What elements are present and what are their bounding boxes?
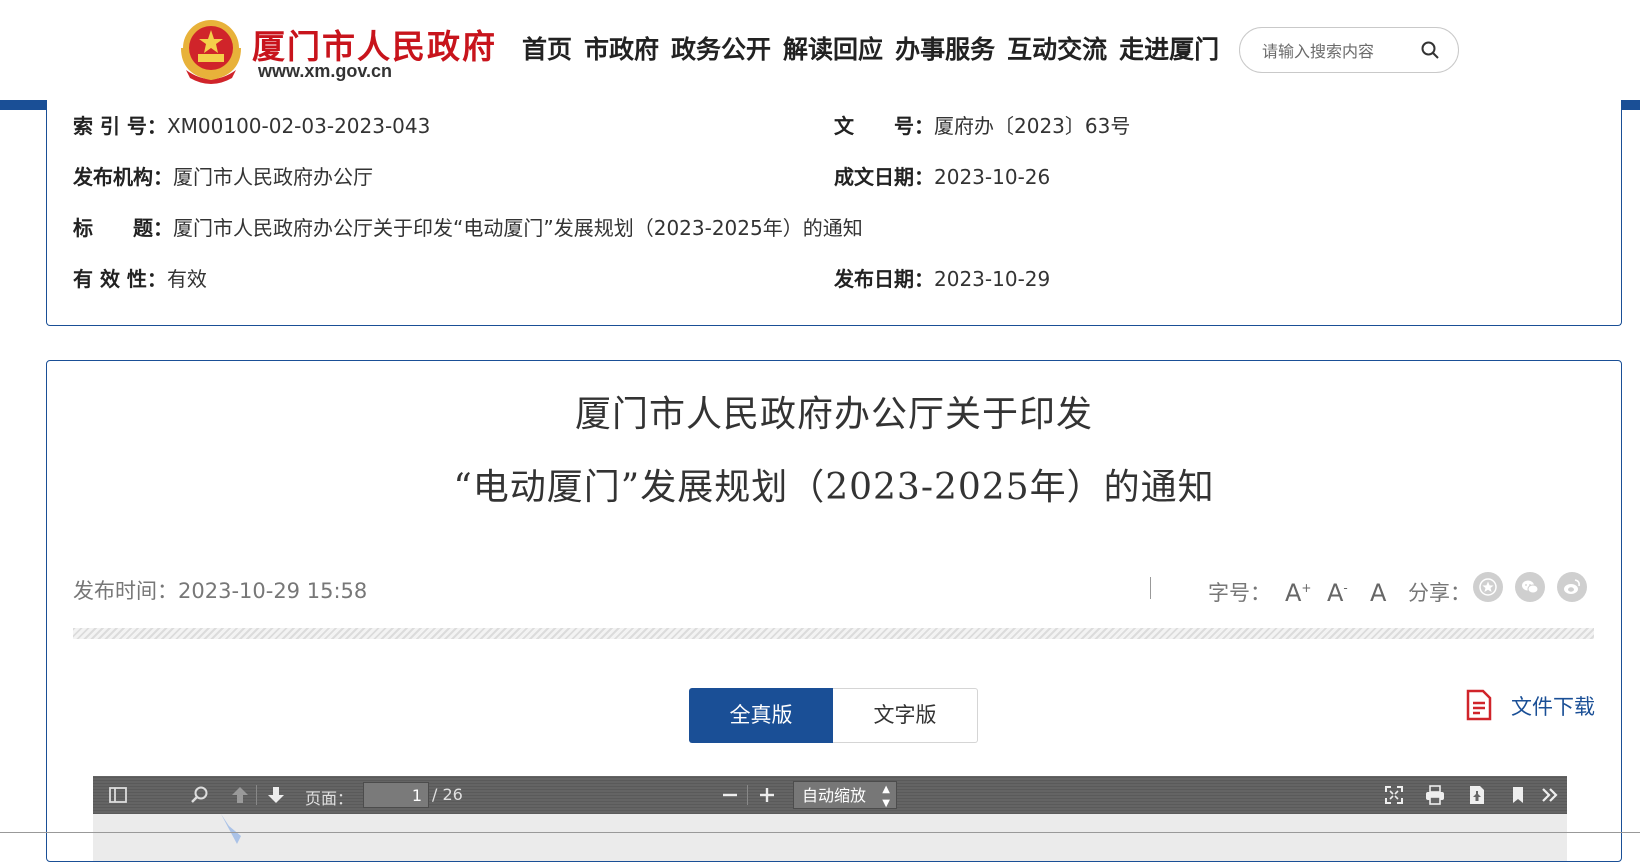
font-size-label: 字号： [1208,581,1271,605]
nav-item-city-government[interactable]: 市政府 [584,30,659,66]
toolbar-separator [747,785,748,805]
main-nav: 首页 市政府 政务公开 解读回应 办事服务 互动交流 走进厦门 [522,30,1231,66]
more-tools-icon[interactable] [1539,784,1561,806]
info-value: 有效 [166,267,207,291]
font-reset-button[interactable]: A [1370,579,1386,607]
share-weibo-icon[interactable] [1557,572,1587,602]
share-label: 分享： [1408,581,1471,605]
article-title-line2: “电动厦门”发展规划（2023-2025年）的通知 [453,467,1215,508]
minus-icon: - [1343,581,1348,595]
file-download-label: 文件下载 [1511,695,1595,719]
page-total: / 26 [432,785,463,804]
plus-icon: + [1301,581,1312,595]
select-arrows-icon: ▲ ▼ [882,784,890,809]
font-decrease-button[interactable]: A- [1327,579,1348,607]
next-page-icon[interactable] [265,784,287,806]
fullscreen-icon[interactable] [1383,784,1405,806]
info-publisher: 发布机构：厦门市人民政府办公厅 [73,161,373,190]
document-download-icon [1466,689,1492,721]
info-label: 标 题： [73,216,173,240]
info-label: 发布机构： [73,165,173,189]
info-document-number: 文 号：厦府办〔2023〕63号 [834,110,1130,139]
info-value: 2023-10-29 [934,267,1051,291]
document-info-box: 索 引 号：XM00100-02-03-2023-043 文 号：厦府办〔202… [46,100,1622,326]
info-title: 标 题：厦门市人民政府办公厅关于印发“电动厦门”发展规划（2023-2025年）… [73,212,863,241]
info-value: 厦门市人民政府办公厅 [173,165,373,189]
share-wechat-icon[interactable] [1515,572,1545,602]
publish-time-value: 2023-10-29 15:58 [178,579,368,603]
cursor-pointer-icon [221,814,241,844]
download-icon[interactable] [1466,784,1488,806]
nav-item-home[interactable]: 首页 [522,30,572,66]
font-decrease-label: A [1327,579,1344,607]
info-label: 发布日期： [834,267,934,291]
nav-item-government-affairs[interactable]: 政务公开 [671,30,771,66]
national-emblem-icon [181,20,241,84]
article-title-line1: 厦门市人民政府办公厅关于印发 [574,394,1093,435]
tab-full-version[interactable]: 全真版 [689,688,833,743]
info-label: 有 效 性： [73,267,167,291]
share-favorite-icon[interactable] [1473,572,1503,602]
info-index-number: 索 引 号：XM00100-02-03-2023-043 [73,110,430,139]
font-increase-button[interactable]: A+ [1285,579,1311,607]
bookmark-icon[interactable] [1507,784,1529,806]
search-icon[interactable] [189,784,211,806]
info-validity: 有 效 性：有效 [73,263,207,292]
hatched-divider [73,628,1594,639]
info-value: XM00100-02-03-2023-043 [166,114,431,138]
info-value: 2023-10-26 [934,165,1051,189]
toolbar-separator [256,785,257,805]
previous-page-icon[interactable] [229,784,251,806]
print-icon[interactable] [1424,784,1446,806]
info-label: 成文日期： [834,165,934,189]
font-increase-label: A [1285,579,1302,607]
tab-text-version[interactable]: 文字版 [833,688,978,743]
font-reset-label: A [1370,579,1387,607]
zoom-select[interactable]: 自动缩放 ▲ ▼ [793,781,897,809]
nav-item-about-xiamen[interactable]: 走进厦门 [1119,30,1219,66]
search-icon[interactable] [1420,40,1440,60]
info-label: 文 号： [834,114,934,138]
page-number-input[interactable] [363,782,429,808]
pdf-toolbar: 页面： / 26 自动缩放 ▲▼ [93,776,1567,814]
info-value: 厦府办〔2023〕63号 [934,114,1131,138]
search-input[interactable] [1260,37,1414,65]
pdf-document-area[interactable] [93,814,1567,861]
nav-item-interpretation[interactable]: 解读回应 [783,30,883,66]
info-written-date: 成文日期：2023-10-26 [834,161,1050,190]
info-value: 厦门市人民政府办公厅关于印发“电动厦门”发展规划（2023-2025年）的通知 [173,216,863,240]
zoom-in-icon[interactable] [756,784,778,806]
site-url: www.xm.gov.cn [258,61,393,81]
page-label: 页面： [305,789,354,808]
sidebar-toggle-icon[interactable] [107,784,129,806]
zoom-value: 自动缩放 [802,786,867,805]
nav-item-services[interactable]: 办事服务 [895,30,995,66]
info-publish-date: 发布日期：2023-10-29 [834,263,1050,292]
nav-item-interaction[interactable]: 互动交流 [1007,30,1107,66]
search-box [1239,27,1459,73]
zoom-out-icon[interactable] [719,784,741,806]
info-label: 索 引 号： [73,114,167,138]
publish-time-label: 发布时间： [73,579,178,603]
article-box: 厦门市人民政府办公厅关于印发 “电动厦门”发展规划（2023-2025年）的通知… [46,360,1622,862]
publish-time: 发布时间：2023-10-29 15:58 [73,575,367,605]
site-header: 厦门市人民政府 www.xm.gov.cn 首页 市政府 政务公开 解读回应 办… [0,0,1640,100]
divider [1150,577,1151,599]
